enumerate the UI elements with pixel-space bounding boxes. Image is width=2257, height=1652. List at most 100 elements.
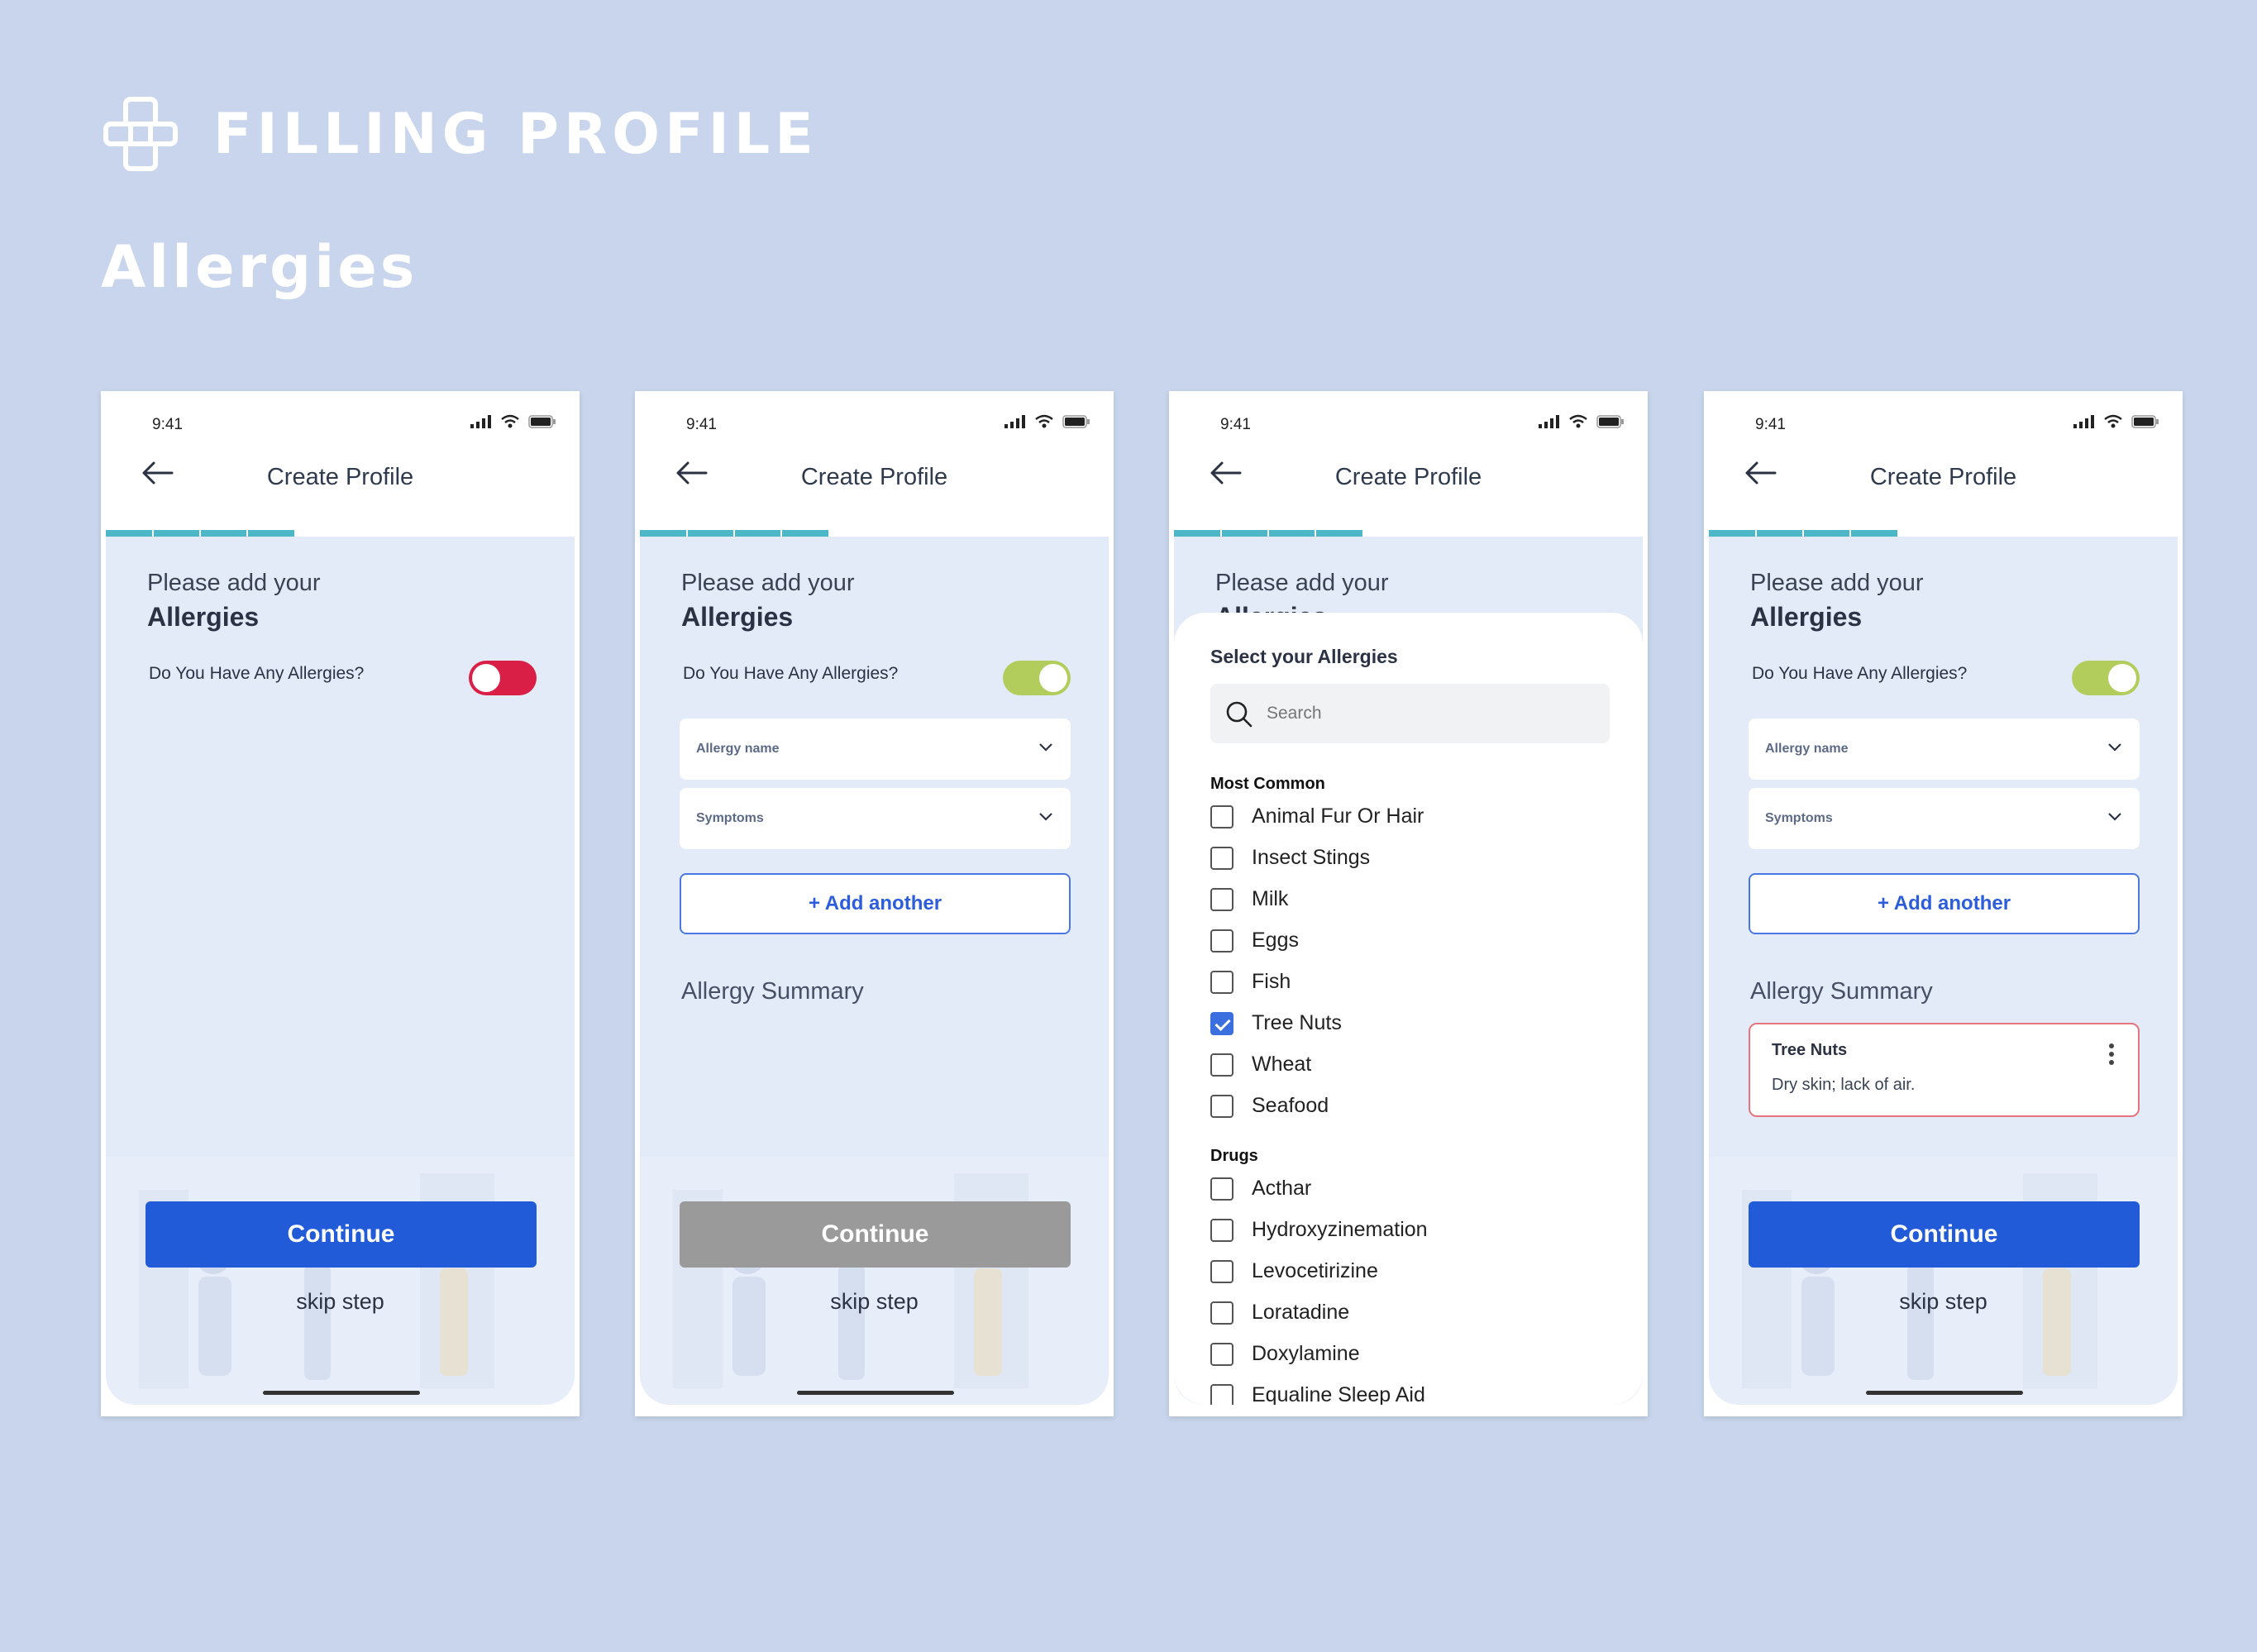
- option-label: Eggs: [1252, 929, 1299, 952]
- allergy-option[interactable]: Levocetirizine: [1210, 1259, 1378, 1283]
- sheet-title: Select your Allergies: [1210, 646, 1398, 667]
- allergy-option[interactable]: Doxylamine: [1210, 1342, 1360, 1366]
- allergy-name-dropdown[interactable]: Allergy name: [1749, 719, 2140, 780]
- dropdown-label: Symptoms: [696, 811, 764, 825]
- progress-bar: [1709, 530, 2178, 537]
- select-allergies-sheet: Select your Allergies Most Common Animal…: [1174, 613, 1643, 1405]
- search-input[interactable]: [1267, 699, 1515, 728]
- checkbox-checked[interactable]: [1210, 1011, 1233, 1035]
- progress-divider: [1755, 530, 1757, 537]
- status-icons: [1539, 414, 1625, 429]
- allergy-option[interactable]: Wheat: [1210, 1053, 1311, 1077]
- allergy-option[interactable]: Acthar: [1210, 1177, 1311, 1201]
- progress-divider: [1315, 530, 1316, 537]
- checkbox[interactable]: [1210, 846, 1233, 870]
- wifi-icon: [1035, 414, 1053, 428]
- checkbox[interactable]: [1210, 1053, 1233, 1077]
- chevron-down-icon: [1039, 813, 1052, 821]
- allergy-summary-card[interactable]: Tree Nuts Dry skin; lack of air.: [1749, 1023, 2140, 1117]
- group-drugs: Drugs: [1210, 1147, 1258, 1165]
- allergy-option[interactable]: Insect Stings: [1210, 846, 1370, 870]
- allergy-option[interactable]: Milk: [1210, 887, 1288, 911]
- prompt-line2: Allergies: [681, 602, 794, 632]
- people-illustration: [1709, 1157, 2178, 1405]
- option-label: Seafood: [1252, 1094, 1329, 1117]
- top-bar: 9:41 Create Profile: [640, 391, 1109, 537]
- checkbox[interactable]: [1210, 1177, 1233, 1201]
- symptoms-dropdown[interactable]: Symptoms: [680, 788, 1071, 849]
- allergy-option[interactable]: Equaline Sleep Aid: [1210, 1383, 1425, 1405]
- allergy-option[interactable]: Loratadine: [1210, 1301, 1349, 1325]
- status-icons: [1004, 414, 1090, 429]
- allergy-question: Do You Have Any Allergies?: [149, 664, 365, 683]
- checkbox[interactable]: [1210, 1301, 1233, 1325]
- allergy-option[interactable]: Eggs: [1210, 929, 1299, 953]
- checkbox[interactable]: [1210, 1218, 1233, 1242]
- checkbox[interactable]: [1210, 929, 1233, 953]
- signal-icon: [2073, 415, 2094, 428]
- toggle-knob: [1039, 664, 1067, 692]
- skip-step-link[interactable]: skip step: [640, 1289, 1109, 1315]
- checkbox[interactable]: [1210, 1342, 1233, 1366]
- continue-button[interactable]: Continue: [680, 1201, 1071, 1268]
- add-another-button[interactable]: + Add another: [1749, 873, 2140, 934]
- prompt-line1: Please add your: [1215, 570, 1389, 596]
- allergy-option[interactable]: Hydroxyzinemation: [1210, 1218, 1428, 1242]
- home-indicator: [797, 1391, 954, 1395]
- checkbox[interactable]: [1210, 1259, 1233, 1283]
- allergy-name-dropdown[interactable]: Allergy name: [680, 719, 1071, 780]
- add-another-button[interactable]: + Add another: [680, 873, 1071, 934]
- status-time: 9:41: [152, 416, 183, 433]
- more-vertical-icon[interactable]: [2108, 1043, 2115, 1066]
- symptoms-dropdown[interactable]: Symptoms: [1749, 788, 2140, 849]
- checkbox[interactable]: [1210, 887, 1233, 911]
- group-most-common: Most Common: [1210, 775, 1325, 793]
- search-box[interactable]: [1210, 684, 1610, 743]
- option-label: Fish: [1252, 970, 1291, 993]
- allergy-toggle[interactable]: [1003, 661, 1071, 695]
- progress-divider: [780, 530, 782, 537]
- wifi-icon: [2104, 414, 2122, 428]
- prompt-line1: Please add your: [147, 570, 321, 596]
- progress-divider: [246, 530, 248, 537]
- progress-divider: [1267, 530, 1269, 537]
- allergy-toggle[interactable]: [2072, 661, 2140, 695]
- allergy-toggle[interactable]: [469, 661, 537, 695]
- progress-divider: [1220, 530, 1222, 537]
- progress-divider: [686, 530, 688, 537]
- option-label: Animal Fur Or Hair: [1252, 805, 1424, 828]
- checkbox[interactable]: [1210, 805, 1233, 828]
- skip-step-link[interactable]: skip step: [106, 1289, 575, 1315]
- allergy-option[interactable]: Seafood: [1210, 1094, 1329, 1118]
- progress-divider: [1849, 530, 1851, 537]
- progress-bar: [1174, 530, 1643, 537]
- checkbox[interactable]: [1210, 1094, 1233, 1118]
- allergy-option[interactable]: Tree Nuts: [1210, 1011, 1342, 1035]
- skip-step-link[interactable]: skip step: [1709, 1289, 2178, 1315]
- signal-icon: [1004, 415, 1025, 428]
- allergy-option[interactable]: Animal Fur Or Hair: [1210, 805, 1424, 828]
- continue-button[interactable]: Continue: [146, 1201, 537, 1268]
- toggle-knob: [2108, 664, 2136, 692]
- page-title: FILLING PROFILE: [213, 101, 818, 167]
- prompt-line1: Please add your: [1750, 570, 1924, 596]
- option-label: Wheat: [1252, 1053, 1312, 1076]
- wifi-icon: [501, 414, 519, 428]
- checkbox[interactable]: [1210, 970, 1233, 994]
- continue-button[interactable]: Continue: [1749, 1201, 2140, 1268]
- allergy-summary-title: Allergy Summary: [681, 978, 864, 1005]
- battery-icon: [1062, 415, 1090, 428]
- allergy-option[interactable]: Fish: [1210, 970, 1291, 994]
- option-label: Tree Nuts: [1252, 1011, 1342, 1034]
- screen-content: 9:41 Create Profile Please add your Alle…: [106, 391, 575, 1405]
- dropdown-label: Allergy name: [1765, 742, 1849, 756]
- prompt: Please add your Allergies: [1750, 566, 1924, 634]
- option-label: Acthar: [1252, 1177, 1312, 1200]
- status-icons: [2073, 414, 2159, 429]
- phone-screen-1: 9:41 Create Profile Please add your Alle…: [101, 391, 580, 1416]
- battery-icon: [2131, 415, 2159, 428]
- status-time: 9:41: [1220, 416, 1251, 433]
- signal-icon: [470, 415, 491, 428]
- progress-divider: [733, 530, 735, 537]
- checkbox[interactable]: [1210, 1383, 1233, 1405]
